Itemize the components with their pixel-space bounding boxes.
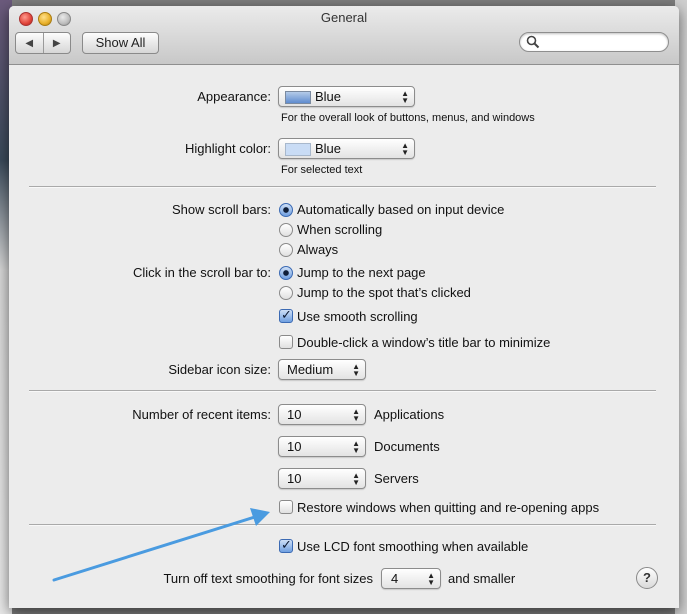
lcd-smoothing-label: Use LCD font smoothing when available — [297, 539, 529, 554]
jump-next-page-label: Jump to the next page — [297, 265, 426, 280]
highlight-popup[interactable]: Blue ▲ ▼ — [278, 138, 415, 159]
appearance-swatch — [285, 91, 311, 104]
highlight-swatch — [285, 143, 311, 156]
scroll-bars-label: Show scroll bars: — [172, 202, 271, 217]
window-title: General — [320, 10, 368, 25]
sidebar-icon-size-label: Sidebar icon size: — [168, 362, 271, 377]
help-button[interactable]: ? — [636, 567, 658, 589]
recent-documents-popup[interactable]: 10 ▲ ▼ — [278, 436, 366, 457]
highlight-value: Blue — [315, 141, 342, 156]
appearance-label: Appearance: — [197, 89, 271, 104]
scroll-click-label: Click in the scroll bar to: — [133, 265, 271, 280]
double-click-minimize-label: Double-click a window’s title bar to min… — [297, 335, 551, 350]
preferences-window: General ◀ ▶ Show All Appearance: Blue ▲ ▼… — [9, 6, 679, 608]
sidebar-icon-size-value: Medium — [287, 362, 334, 377]
jump-to-spot-radio[interactable] — [279, 286, 293, 300]
appearance-value: Blue — [315, 89, 342, 104]
text-smoothing-suffix: and smaller — [448, 571, 516, 586]
section-divider — [29, 186, 656, 188]
popup-arrows-icon: ▲ ▼ — [427, 571, 435, 587]
section-divider — [29, 524, 656, 526]
recent-servers-popup[interactable]: 10 ▲ ▼ — [278, 468, 366, 489]
search-icon — [526, 35, 540, 49]
scroll-when-scrolling-label: When scrolling — [297, 222, 383, 237]
appearance-description: For the overall look of buttons, menus, … — [281, 112, 535, 124]
sidebar-icon-size-popup[interactable]: Medium ▲ ▼ — [278, 359, 366, 380]
search-field[interactable] — [519, 32, 669, 52]
recent-applications-label: Applications — [374, 407, 445, 422]
scroll-always-radio[interactable] — [279, 243, 293, 257]
scroll-auto-radio[interactable] — [279, 203, 293, 217]
smooth-scrolling-label: Use smooth scrolling — [297, 309, 418, 324]
popup-arrows-icon: ▲ ▼ — [401, 141, 409, 157]
recent-servers-value: 10 — [287, 471, 302, 486]
jump-to-spot-label: Jump to the spot that’s clicked — [297, 285, 471, 300]
double-click-minimize-checkbox[interactable] — [279, 335, 293, 349]
scroll-always-label: Always — [297, 242, 339, 257]
recent-documents-value: 10 — [287, 439, 302, 454]
back-forward-control: ◀ ▶ — [15, 32, 71, 54]
scroll-auto-label: Automatically based on input device — [297, 202, 505, 217]
appearance-popup[interactable]: Blue ▲ ▼ — [278, 86, 415, 107]
highlight-description: For selected text — [281, 164, 363, 176]
smooth-scrolling-checkbox[interactable] — [279, 307, 293, 323]
restore-windows-label: Restore windows when quitting and re-ope… — [297, 500, 600, 515]
popup-arrows-icon: ▲ ▼ — [352, 439, 360, 455]
popup-arrows-icon: ▲ ▼ — [352, 407, 360, 423]
recent-servers-label: Servers — [374, 471, 419, 486]
recent-items-label: Number of recent items: — [132, 407, 271, 422]
scroll-when-scrolling-radio[interactable] — [279, 223, 293, 237]
popup-arrows-icon: ▲ ▼ — [352, 362, 360, 378]
text-smoothing-label: Turn off text smoothing for font sizes — [163, 571, 373, 586]
recent-applications-popup[interactable]: 10 ▲ ▼ — [278, 404, 366, 425]
highlight-label: Highlight color: — [185, 141, 271, 156]
popup-arrows-icon: ▲ ▼ — [352, 471, 360, 487]
title-bar: General ◀ ▶ Show All — [9, 6, 679, 65]
show-all-button[interactable]: Show All — [82, 32, 159, 54]
forward-arrow-icon[interactable]: ▶ — [44, 33, 71, 53]
text-smoothing-size-popup[interactable]: 4 ▲ ▼ — [381, 568, 441, 589]
text-smoothing-size-value: 4 — [391, 571, 399, 586]
popup-arrows-icon: ▲ ▼ — [401, 89, 409, 105]
recent-applications-value: 10 — [287, 407, 302, 422]
back-arrow-icon[interactable]: ◀ — [16, 33, 44, 53]
jump-next-page-radio[interactable] — [279, 266, 293, 280]
restore-windows-checkbox[interactable] — [279, 500, 293, 514]
recent-documents-label: Documents — [374, 439, 440, 454]
section-divider — [29, 390, 656, 392]
lcd-smoothing-checkbox[interactable] — [279, 537, 293, 553]
